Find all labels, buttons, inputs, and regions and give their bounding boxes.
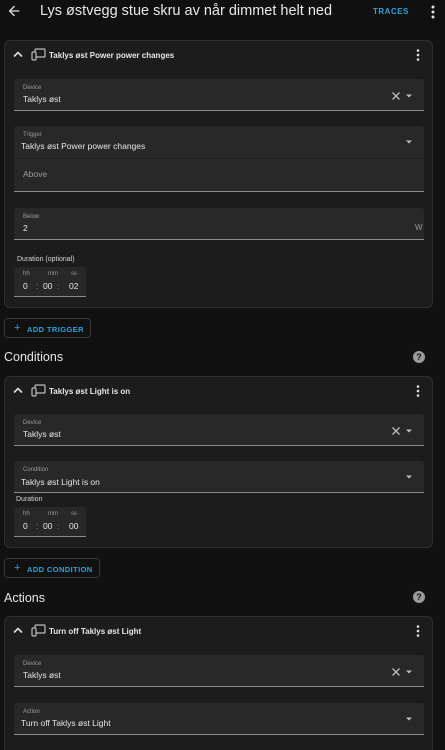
duration-input[interactable]: hh 0 : mm 00 : ss 00: [14, 507, 86, 537]
duration-input[interactable]: hh 0 : mm 00 : ss 02: [14, 267, 86, 297]
plus-icon: +: [14, 562, 21, 574]
mm-label: mm: [48, 511, 58, 517]
add-trigger-label: ADD TRIGGER: [27, 325, 84, 334]
menu-down-icon[interactable]: [405, 474, 413, 480]
duration-label: Duration: [16, 496, 43, 503]
device-icon: [31, 624, 46, 637]
ss-value[interactable]: 02: [69, 281, 78, 291]
app-header: Lys østvegg stue skru av når dimmet helt…: [0, 0, 445, 26]
trigger-card: Taklys øst Power power changes Device Ta…: [4, 40, 433, 308]
add-condition-button[interactable]: + ADD CONDITION: [4, 558, 100, 578]
dots-vertical-icon[interactable]: [428, 4, 438, 20]
trigger-value: Taklys øst Power power changes: [21, 141, 146, 151]
dots-vertical-icon[interactable]: [414, 624, 422, 638]
device-label: Device: [23, 420, 42, 426]
above-input[interactable]: Above: [23, 169, 47, 179]
plus-icon: +: [14, 322, 21, 334]
ss-value[interactable]: 00: [69, 521, 78, 531]
add-condition-label: ADD CONDITION: [27, 565, 93, 574]
condition-card-header[interactable]: Taklys øst Light is on: [5, 377, 432, 407]
mm-value[interactable]: 00: [43, 281, 52, 291]
time-separator: :: [57, 522, 60, 531]
page-title: Lys østvegg stue skru av når dimmet helt…: [40, 3, 333, 19]
actions-heading: Actions: [4, 591, 45, 605]
condition-card: Taklys øst Light is on Device Taklys øst…: [4, 376, 433, 548]
trigger-label: Trigger: [23, 132, 42, 138]
mm-label: mm: [48, 271, 58, 277]
divider: [14, 158, 424, 159]
menu-down-icon[interactable]: [405, 716, 413, 722]
help-circle-icon[interactable]: ?: [413, 351, 425, 363]
below-value: 2: [23, 223, 28, 233]
device-icon: [31, 48, 46, 61]
device-label: Device: [23, 661, 42, 667]
below-input[interactable]: Below 2 W: [14, 208, 424, 240]
arrow-left-icon[interactable]: [6, 3, 22, 19]
action-title: Turn off Taklys øst Light: [49, 627, 142, 636]
action-card: Turn off Taklys øst Light Device Taklys …: [4, 616, 433, 750]
below-label: Below: [23, 214, 40, 220]
chevron-up-icon[interactable]: [13, 386, 23, 394]
close-icon[interactable]: [391, 667, 401, 677]
add-trigger-button[interactable]: + ADD TRIGGER: [4, 318, 91, 338]
time-separator: :: [36, 522, 39, 531]
conditions-heading: Conditions: [4, 350, 64, 364]
dots-vertical-icon[interactable]: [414, 48, 422, 62]
hh-value[interactable]: 0: [23, 281, 28, 291]
close-icon[interactable]: [391, 91, 401, 101]
menu-down-icon[interactable]: [405, 139, 413, 145]
action-value: Turn off Taklys øst Light: [21, 718, 111, 728]
menu-down-icon[interactable]: [405, 669, 413, 675]
dots-vertical-icon[interactable]: [414, 384, 422, 398]
help-circle-icon[interactable]: ?: [413, 591, 425, 603]
mm-value[interactable]: 00: [43, 521, 52, 531]
duration-label: Duration (optional): [17, 256, 75, 263]
device-value: Taklys øst: [23, 670, 61, 680]
device-value: Taklys øst: [23, 94, 61, 104]
trigger-select[interactable]: Trigger Taklys øst Power power changes A…: [14, 126, 424, 192]
hh-label: hh: [23, 271, 30, 277]
condition-select[interactable]: Condition Taklys øst Light is on: [14, 461, 424, 493]
trigger-card-header[interactable]: Taklys øst Power power changes: [5, 41, 432, 71]
device-select[interactable]: Device Taklys øst: [14, 79, 424, 111]
traces-button[interactable]: TRACES: [373, 7, 409, 16]
menu-down-icon[interactable]: [405, 93, 413, 99]
condition-label: Condition: [23, 467, 49, 473]
device-icon: [31, 384, 46, 397]
below-unit: W: [415, 223, 423, 232]
close-icon[interactable]: [391, 426, 401, 436]
ss-label: ss: [71, 271, 77, 277]
device-value: Taklys øst: [23, 429, 61, 439]
hh-label: hh: [23, 511, 30, 517]
trigger-title: Taklys øst Power power changes: [49, 51, 175, 60]
action-label: Action: [23, 709, 40, 715]
action-card-header[interactable]: Turn off Taklys øst Light: [5, 617, 432, 647]
chevron-up-icon[interactable]: [13, 626, 23, 634]
menu-down-icon[interactable]: [405, 428, 413, 434]
action-select[interactable]: Action Turn off Taklys øst Light: [14, 703, 424, 735]
condition-title: Taklys øst Light is on: [49, 387, 131, 396]
device-select[interactable]: Device Taklys øst: [14, 414, 424, 446]
device-label: Device: [23, 85, 42, 91]
time-separator: :: [36, 282, 39, 291]
time-separator: :: [57, 282, 60, 291]
chevron-up-icon[interactable]: [13, 50, 23, 58]
hh-value[interactable]: 0: [23, 521, 28, 531]
ss-label: ss: [71, 511, 77, 517]
condition-value: Taklys øst Light is on: [21, 477, 100, 487]
device-select[interactable]: Device Taklys øst: [14, 655, 424, 687]
